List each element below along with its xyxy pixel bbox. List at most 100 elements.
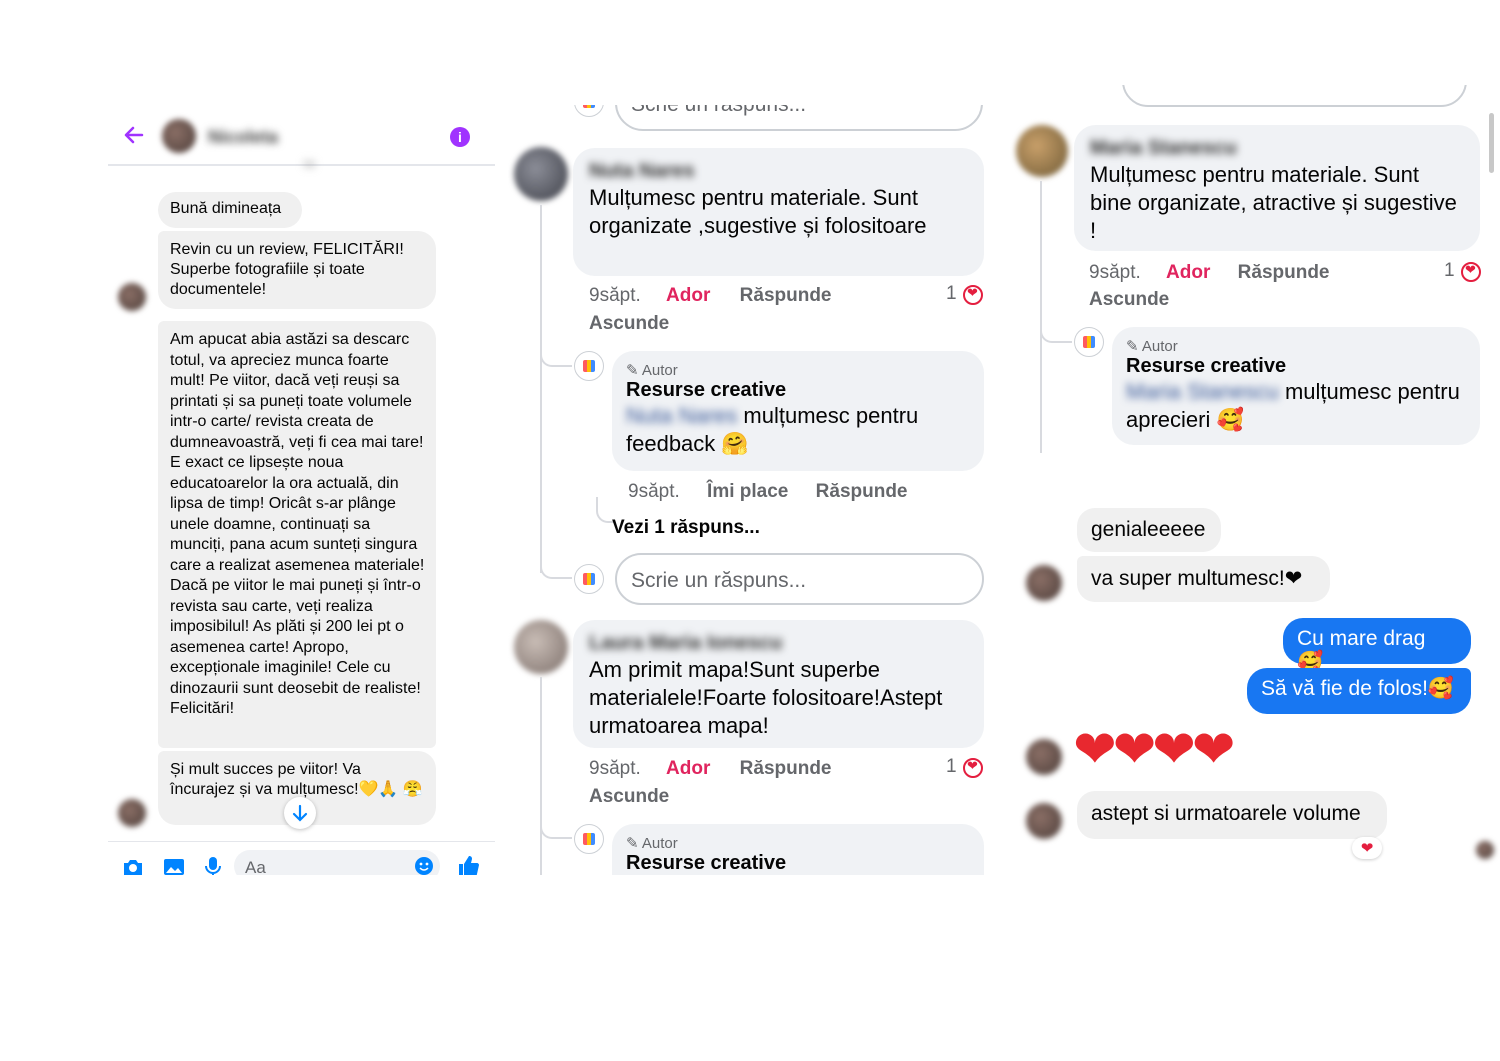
view-more-replies-link[interactable]: Vezi 1 răspuns... bbox=[612, 517, 760, 539]
heart-reaction-icon bbox=[1461, 262, 1481, 282]
thread-line bbox=[540, 205, 542, 573]
scroll-down-button[interactable] bbox=[284, 797, 316, 829]
sender-avatar bbox=[118, 283, 146, 311]
like-link[interactable]: Îmi place bbox=[707, 481, 788, 502]
reply-link[interactable]: Răspunde bbox=[740, 285, 832, 306]
mention-link[interactable]: Maria Stanescu bbox=[1126, 379, 1279, 404]
comment-text: Mulțumesc pentru materiale. Sunt bine or… bbox=[1090, 162, 1457, 243]
header-divider bbox=[108, 164, 495, 166]
heart-reaction-icon: ❤ bbox=[1352, 837, 1382, 859]
message-bubble: va super multumesc!❤ bbox=[1077, 556, 1330, 602]
sender-avatar bbox=[1026, 565, 1062, 601]
commenter-name[interactable]: Maria Stanescu bbox=[1090, 137, 1464, 161]
author-badge: ✎ Autor bbox=[626, 835, 678, 852]
reply-bubble: ✎ Autor Resurse creative Maria Stanescu … bbox=[1112, 327, 1480, 445]
thread-connector bbox=[540, 817, 572, 839]
reply-text: Maria Stanescu mulțumesc pentru aprecier… bbox=[1126, 379, 1460, 432]
reply-bubble: ✎ Autor Resurse creative Nuta Nares mulț… bbox=[612, 351, 984, 471]
gallery-icon[interactable] bbox=[163, 857, 185, 875]
comment-text: Am primit mapa!Sunt superbe materialele!… bbox=[589, 657, 943, 738]
scrollbar[interactable] bbox=[1489, 113, 1494, 173]
back-arrow-icon[interactable] bbox=[122, 123, 146, 147]
reply-input-top[interactable]: Scrie un răspuns... bbox=[615, 105, 983, 131]
reply-input-placeholder: Scrie un răspuns... bbox=[631, 105, 806, 117]
contact-name[interactable]: Nicoleta bbox=[208, 127, 278, 148]
author-logo bbox=[1074, 327, 1104, 357]
comment-meta: 9săpt. Ador Răspunde bbox=[1089, 262, 1330, 284]
info-icon[interactable]: i bbox=[450, 127, 470, 147]
reply-time[interactable]: 9săpt. bbox=[628, 481, 680, 502]
react-ador-link[interactable]: Ador bbox=[666, 285, 710, 306]
commenter-name[interactable]: Laura Maria Ionescu bbox=[589, 632, 968, 656]
sender-avatar bbox=[1026, 803, 1062, 839]
comment-meta: 9săpt. Ador Răspunde bbox=[589, 758, 832, 780]
commenter-avatar[interactable] bbox=[1016, 125, 1068, 177]
message-bubble: Revin cu un review, FELICITĂRI! Superbe … bbox=[158, 231, 436, 309]
commenter-avatar[interactable] bbox=[514, 147, 568, 201]
hide-link[interactable]: Ascunde bbox=[1089, 289, 1169, 311]
sent-message-bubble: Cu mare drag 🥰 bbox=[1283, 618, 1471, 674]
message-input-placeholder: Aa bbox=[245, 858, 266, 875]
camera-icon[interactable] bbox=[122, 857, 144, 875]
comment-bubble: Nuta Nares Mulțumesc pentru materiale. S… bbox=[573, 148, 984, 276]
reply-input-placeholder: Scrie un răspuns... bbox=[631, 569, 807, 592]
page-author-name[interactable]: Resurse creative bbox=[626, 379, 970, 402]
reply-input-top[interactable] bbox=[1122, 85, 1467, 107]
thread-line bbox=[1040, 181, 1042, 453]
reply-bubble: ✎ Autor Resurse creative bbox=[612, 824, 984, 875]
message-bubble: genialeeeee bbox=[1077, 508, 1221, 552]
comment-bubble: Laura Maria Ionescu Am primit mapa!Sunt … bbox=[573, 620, 984, 748]
composer-divider bbox=[108, 841, 495, 842]
author-logo bbox=[574, 564, 604, 594]
heart-reaction-icon bbox=[963, 758, 983, 778]
reply-text: Nuta Nares mulțumesc pentru feedback 🤗 bbox=[626, 403, 919, 456]
reaction-count[interactable]: 1 bbox=[946, 756, 957, 778]
author-logo bbox=[574, 351, 604, 381]
like-icon[interactable] bbox=[457, 855, 479, 875]
reaction-count[interactable]: 1 bbox=[1444, 260, 1455, 282]
seen-avatar bbox=[1476, 841, 1494, 859]
comments-panel-middle: Scrie un răspuns... Nuta Nares Mulțumesc… bbox=[508, 105, 994, 875]
microphone-icon[interactable] bbox=[205, 856, 221, 875]
author-badge: ✎ Autor bbox=[626, 362, 678, 379]
react-ador-link[interactable]: Ador bbox=[666, 758, 710, 779]
comment-time[interactable]: 9săpt. bbox=[589, 758, 641, 779]
reply-input[interactable]: Scrie un răspuns... bbox=[615, 553, 984, 605]
messenger-panel: Nicoleta 58 i Bună dimineața Revin cu un… bbox=[108, 105, 495, 875]
sender-avatar bbox=[118, 799, 146, 827]
page-author-name[interactable]: Resurse creative bbox=[626, 852, 970, 875]
author-logo bbox=[574, 824, 604, 854]
thread-line bbox=[540, 677, 542, 875]
commenter-avatar[interactable] bbox=[514, 620, 568, 674]
comment-time[interactable]: 9săpt. bbox=[589, 285, 641, 306]
message-input[interactable]: Aa bbox=[234, 850, 440, 875]
comments-panel-right: Maria Stanescu Mulțumesc pentru material… bbox=[1010, 85, 1500, 875]
page-author-name[interactable]: Resurse creative bbox=[1126, 355, 1466, 378]
sent-message-bubble: Să vă fie de folos!🥰 bbox=[1247, 668, 1471, 714]
comment-time[interactable]: 9săpt. bbox=[1089, 262, 1141, 283]
comment-text: Mulțumesc pentru materiale. Sunt organiz… bbox=[589, 185, 927, 238]
reply-link[interactable]: Răspunde bbox=[816, 481, 908, 502]
hide-link[interactable]: Ascunde bbox=[589, 786, 669, 808]
message-bubble: astept si urmatoarele volume bbox=[1077, 791, 1387, 839]
contact-status: 58 bbox=[303, 159, 316, 171]
reaction-count[interactable]: 1 bbox=[946, 283, 957, 305]
mention-link[interactable]: Nuta Nares bbox=[626, 403, 737, 428]
message-bubble: Am apucat abia astăzi sa descarc totul, … bbox=[158, 321, 436, 748]
emoji-icon[interactable] bbox=[415, 857, 433, 875]
contact-avatar[interactable] bbox=[162, 119, 196, 153]
hearts-message: ❤❤❤❤ bbox=[1073, 720, 1235, 780]
heart-reaction-icon bbox=[963, 285, 983, 305]
author-badge: ✎ Autor bbox=[1126, 338, 1178, 355]
commenter-name[interactable]: Nuta Nares bbox=[589, 160, 968, 184]
comment-bubble: Maria Stanescu Mulțumesc pentru material… bbox=[1074, 125, 1480, 251]
reply-link[interactable]: Răspunde bbox=[740, 758, 832, 779]
author-logo bbox=[574, 105, 604, 117]
hide-link[interactable]: Ascunde bbox=[589, 313, 669, 335]
thread-connector bbox=[540, 557, 572, 579]
react-ador-link[interactable]: Ador bbox=[1166, 262, 1210, 283]
sender-avatar bbox=[1026, 739, 1062, 775]
reply-link[interactable]: Răspunde bbox=[1238, 262, 1330, 283]
comment-meta: 9săpt. Ador Răspunde bbox=[589, 285, 832, 307]
reply-meta: 9săpt. Îmi place Răspunde bbox=[628, 481, 908, 503]
